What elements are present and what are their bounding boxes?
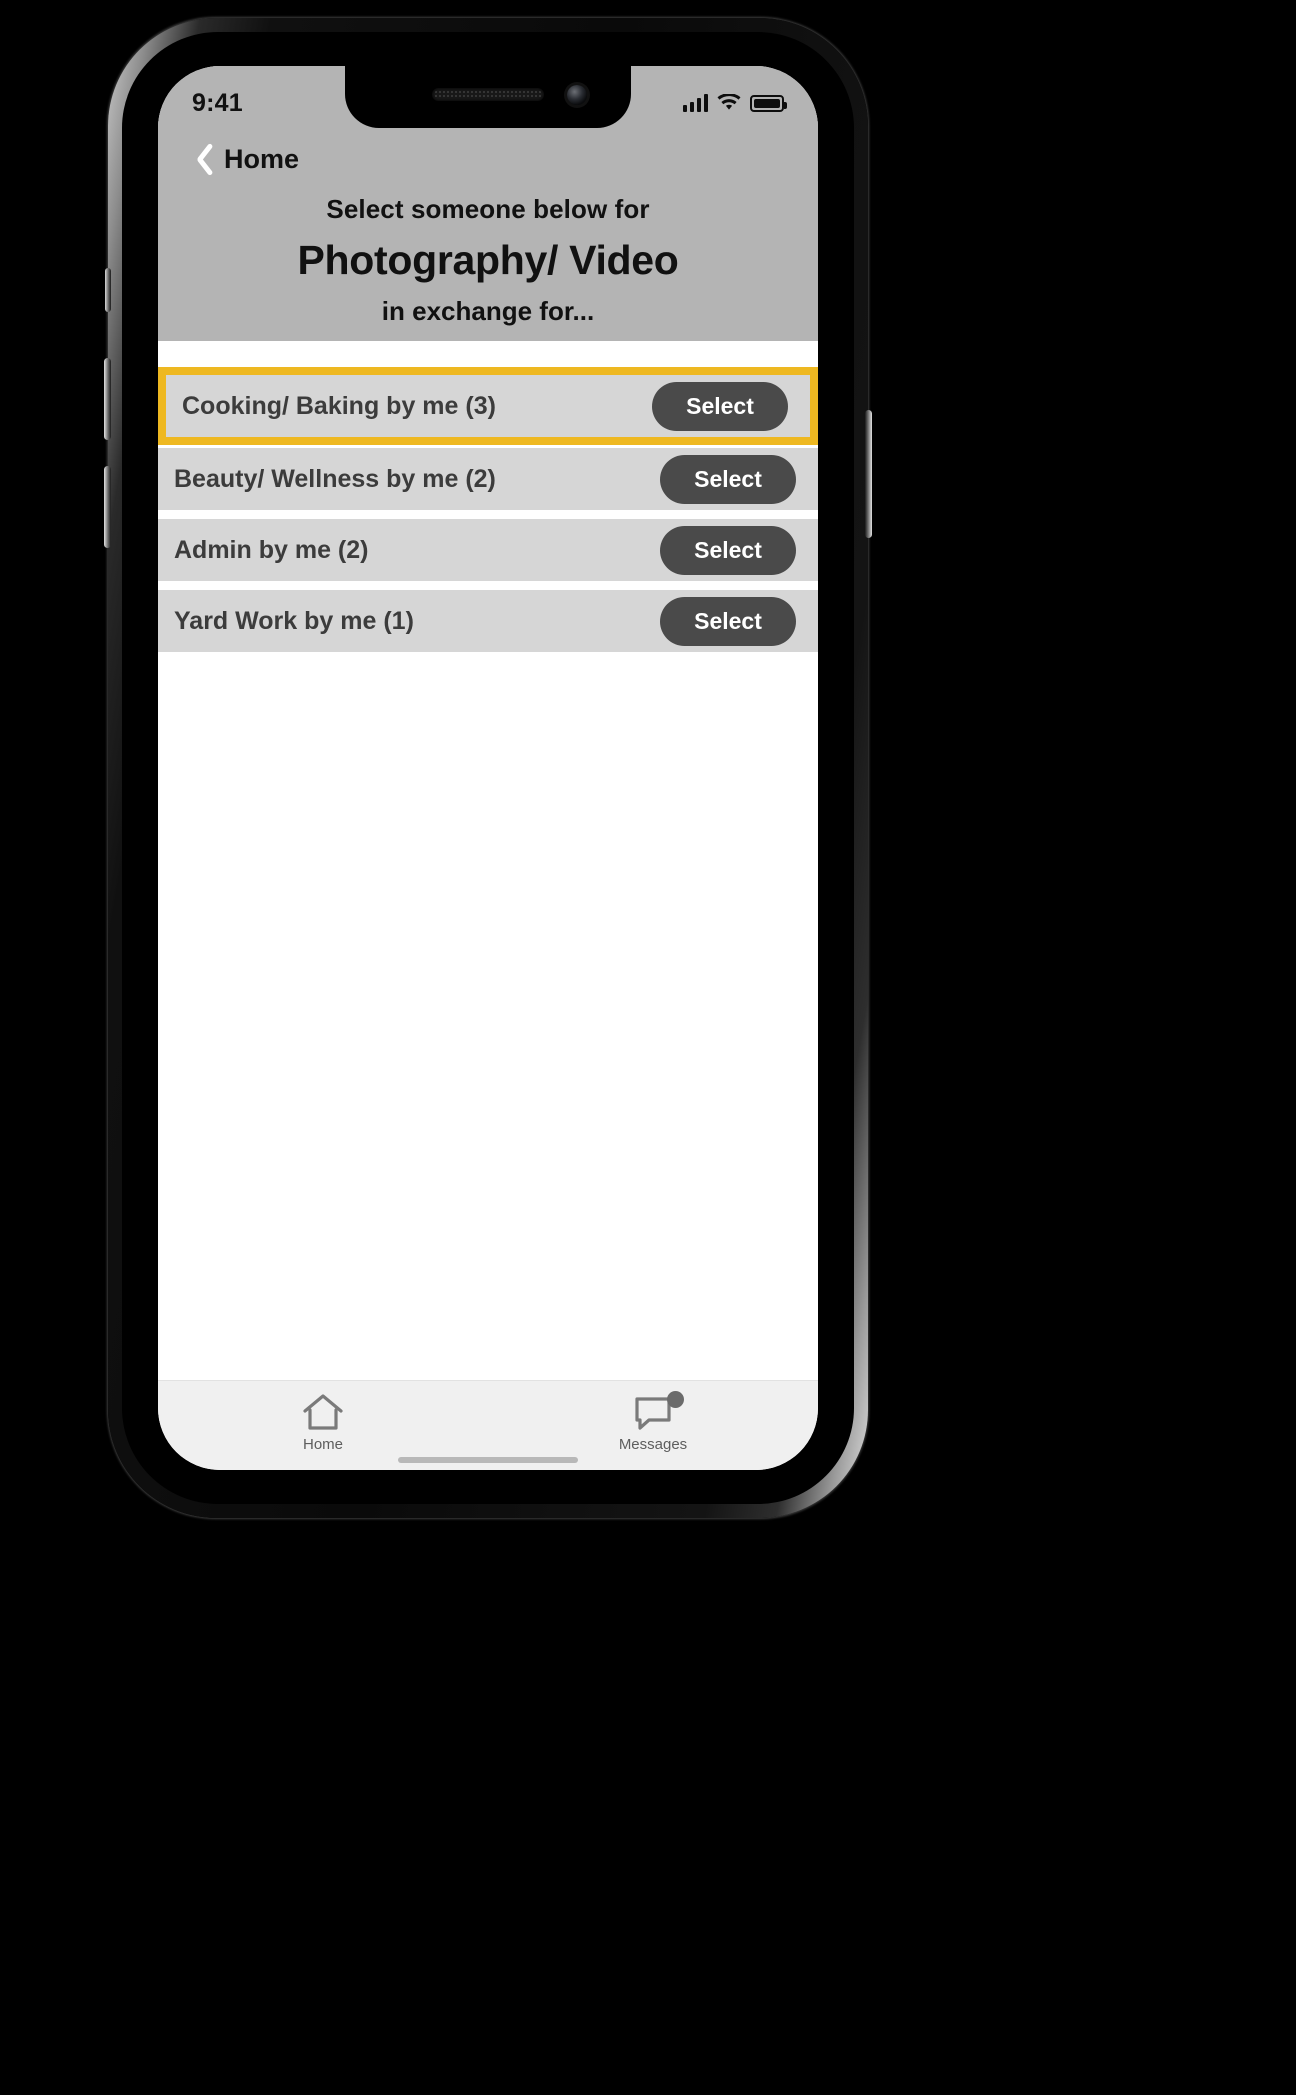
power-button[interactable] xyxy=(865,410,872,538)
earpiece-speaker-icon xyxy=(432,88,544,101)
tab-messages[interactable]: Messages xyxy=(578,1391,728,1453)
home-icon xyxy=(300,1391,346,1433)
display-notch xyxy=(345,66,631,128)
select-button[interactable]: Select xyxy=(660,454,796,504)
tab-home[interactable]: Home xyxy=(248,1391,398,1453)
volume-down-button[interactable] xyxy=(104,466,111,548)
cellular-signal-icon xyxy=(682,94,708,112)
wifi-icon xyxy=(717,94,741,110)
messages-badge-dot xyxy=(667,1391,684,1408)
tab-messages-label: Messages xyxy=(618,1436,688,1453)
phone-screen: 9:41 Home Select someone below for Photo… xyxy=(158,66,818,1470)
navigation-bar: Home xyxy=(158,128,818,190)
home-indicator[interactable] xyxy=(398,1457,578,1463)
page-title: Photography/ Video xyxy=(297,237,679,283)
front-camera-icon xyxy=(567,85,587,105)
back-button-label[interactable]: Home xyxy=(224,144,299,175)
list-item-label: Yard Work by me (1) xyxy=(174,606,414,635)
list-item[interactable]: Cooking/ Baking by me (3) Select xyxy=(158,367,818,445)
silent-switch[interactable] xyxy=(105,268,111,312)
list-item-label: Beauty/ Wellness by me (2) xyxy=(174,464,496,493)
list-item-label: Cooking/ Baking by me (3) xyxy=(182,391,496,420)
screenshot-canvas: 9:41 Home Select someone below for Photo… xyxy=(0,0,1296,2095)
phone-device-frame: 9:41 Home Select someone below for Photo… xyxy=(104,18,872,1518)
list-item-label: Admin by me (2) xyxy=(174,535,369,564)
select-button[interactable]: Select xyxy=(660,525,796,575)
battery-full-icon xyxy=(750,94,787,112)
main-content: Cooking/ Baking by me (3) Select Beauty/… xyxy=(158,341,818,1380)
status-indicators xyxy=(682,94,787,112)
chevron-left-icon[interactable] xyxy=(184,139,210,179)
header-line-1: Select someone below for xyxy=(326,194,650,224)
header-line-3: in exchange for... xyxy=(381,296,595,326)
list-item[interactable]: Yard Work by me (1) Select xyxy=(158,590,818,652)
tab-home-label: Home xyxy=(302,1436,343,1453)
status-time: 9:41 xyxy=(192,88,243,117)
select-button[interactable]: Select xyxy=(652,381,788,431)
exchange-options-list: Cooking/ Baking by me (3) Select Beauty/… xyxy=(158,341,818,652)
select-button[interactable]: Select xyxy=(660,596,796,646)
bottom-tab-bar: Home Messages xyxy=(158,1380,818,1470)
list-item[interactable]: Beauty/ Wellness by me (2) Select xyxy=(158,448,818,510)
volume-up-button[interactable] xyxy=(104,358,111,440)
list-item[interactable]: Admin by me (2) Select xyxy=(158,519,818,581)
